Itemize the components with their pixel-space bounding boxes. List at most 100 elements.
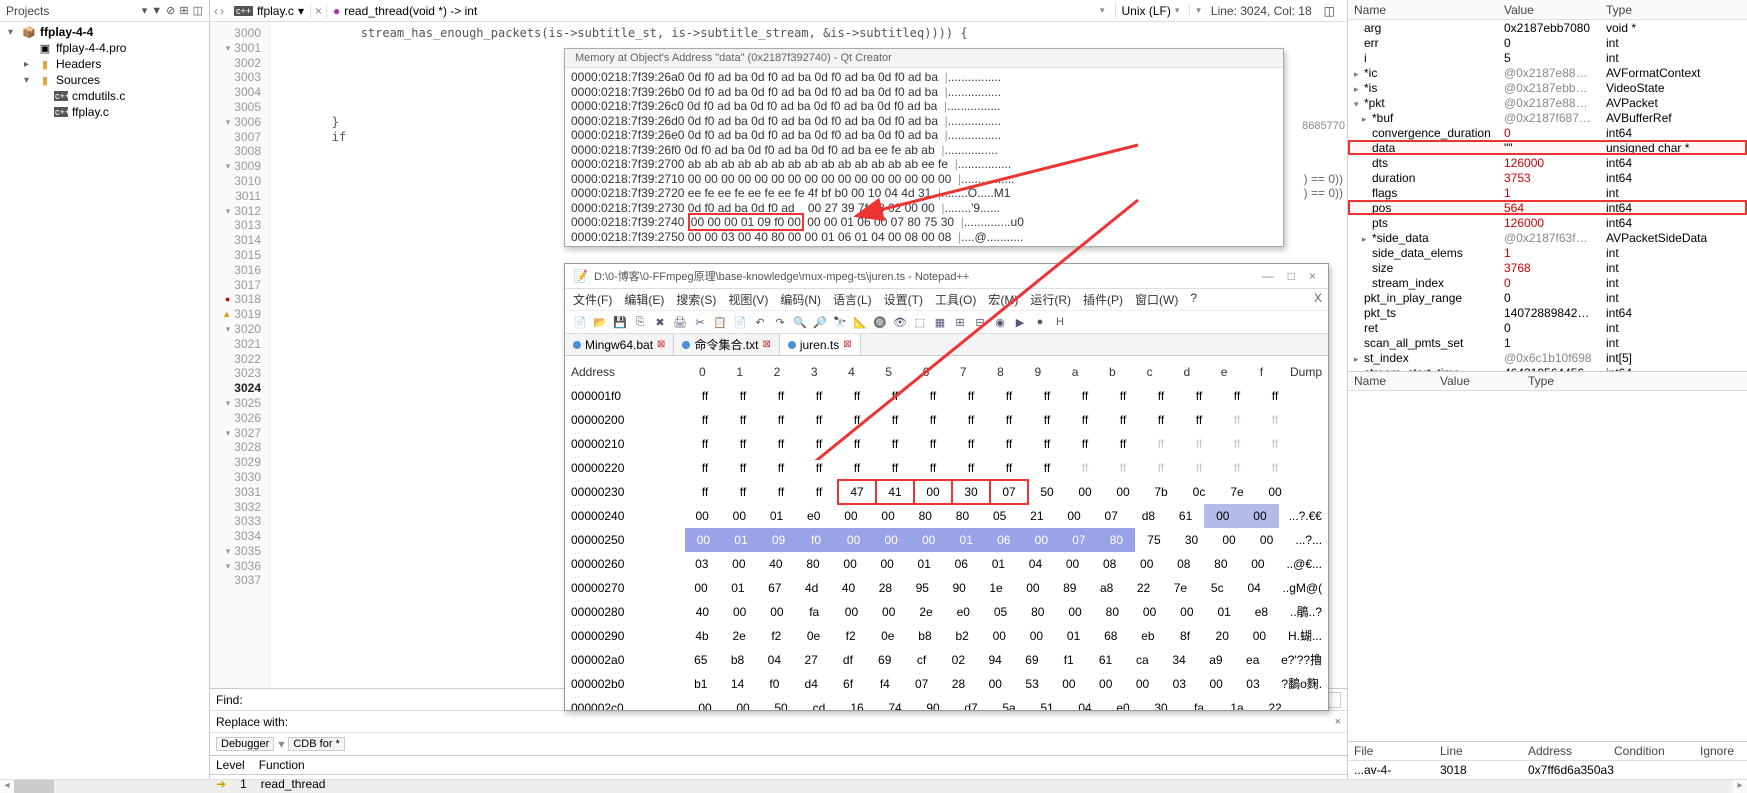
tree-item-cmdutils[interactable]: c++ cmdutils.c — [4, 88, 205, 104]
toolbar-icon[interactable]: 🔎 — [811, 313, 829, 331]
dropdown-icon[interactable]: ▾ — [1175, 5, 1180, 16]
npp-tab[interactable]: 命令集合.txt⊠ — [674, 334, 779, 355]
scroll-left-icon[interactable]: ◂ — [0, 780, 14, 793]
scroll-right-icon[interactable]: ▸ — [1733, 780, 1747, 793]
tree-item-pro[interactable]: ▣ ffplay-4-4.pro — [4, 40, 205, 56]
close-icon[interactable]: × — [1305, 269, 1320, 283]
npp-tab[interactable]: Mingw64.bat⊠ — [565, 334, 674, 355]
dropdown-icon[interactable]: ▾ — [1100, 5, 1105, 16]
npp-tabs[interactable]: Mingw64.bat⊠命令集合.txt⊠juren.ts⊠ — [565, 334, 1328, 356]
debugger-kit[interactable]: CDB for * — [288, 737, 344, 751]
menu-item[interactable]: ? — [1190, 291, 1197, 308]
vars-body[interactable]: arg0x2187ebb7080void *err0inti5int▸*ic@0… — [1348, 20, 1747, 371]
var-row[interactable]: i5int — [1348, 50, 1747, 65]
tree-item-headers[interactable]: ▸ ▮ Headers — [4, 56, 205, 72]
col-value-header[interactable]: Value — [1498, 2, 1600, 18]
var-row[interactable]: convergence_duration0int64 — [1348, 125, 1747, 140]
tree-item-sources[interactable]: ▾ ▮ Sources — [4, 72, 205, 88]
add-icon[interactable]: ⊞ — [179, 4, 188, 17]
menu-item[interactable]: 宏(M) — [988, 291, 1018, 308]
menu-item[interactable]: 插件(P) — [1083, 291, 1123, 308]
toolbar-icon[interactable]: ● — [1031, 313, 1049, 331]
var-row[interactable]: ▸st_index@0x6c1b10f698int[5] — [1348, 350, 1747, 365]
bp-file-header[interactable]: File — [1348, 742, 1434, 760]
toolbar-icon[interactable]: ▦ — [931, 313, 949, 331]
toolbar-icon[interactable]: H — [1051, 313, 1069, 331]
dropdown-icon[interactable]: ▾ — [298, 4, 304, 18]
col-type-header[interactable]: Type — [1522, 373, 1747, 389]
var-row[interactable]: err0int — [1348, 35, 1747, 50]
toolbar-icon[interactable]: 🔭 — [831, 313, 849, 331]
minimize-icon[interactable]: — — [1258, 269, 1278, 283]
var-row[interactable]: side_data_elems1int — [1348, 245, 1747, 260]
toolbar-icon[interactable]: 🖨 — [671, 313, 689, 331]
maximize-icon[interactable]: □ — [1284, 269, 1299, 283]
menu-item[interactable]: 窗口(W) — [1135, 291, 1178, 308]
col-value-header[interactable]: Value — [1434, 373, 1522, 389]
toolbar-icon[interactable]: 📄 — [731, 313, 749, 331]
close-icon[interactable]: × — [1335, 716, 1341, 728]
nav-fwd-icon[interactable]: › — [220, 4, 224, 18]
toolbar-icon[interactable]: ⬚ — [911, 313, 929, 331]
toolbar-icon[interactable]: ⊟ — [971, 313, 989, 331]
toolbar-icon[interactable]: 📂 — [591, 313, 609, 331]
filter-icon[interactable]: ▾ — [142, 4, 148, 17]
var-row[interactable]: pkt_in_play_range0int — [1348, 290, 1747, 305]
menu-item[interactable]: 运行(R) — [1030, 291, 1071, 308]
split-editor-icon[interactable]: ◫ — [1324, 4, 1335, 18]
var-row[interactable]: flags1int — [1348, 185, 1747, 200]
var-row[interactable]: ▾*pkt@0x2187e886440AVPacket — [1348, 95, 1747, 110]
dropdown-icon[interactable]: ▾ — [278, 737, 284, 751]
var-row[interactable]: stream_index0int — [1348, 275, 1747, 290]
menu-item[interactable]: 搜索(S) — [676, 291, 716, 308]
toolbar-icon[interactable]: 📐 — [851, 313, 869, 331]
menu-item[interactable]: 编码(N) — [780, 291, 821, 308]
bp-line-header[interactable]: Line — [1434, 742, 1522, 760]
var-row[interactable]: arg0x2187ebb7080void * — [1348, 20, 1747, 35]
menu-item[interactable]: 文件(F) — [573, 291, 612, 308]
dropdown-icon[interactable]: ▾ — [1196, 5, 1201, 16]
var-row[interactable]: data""unsigned char * — [1348, 140, 1747, 155]
tree-root[interactable]: ▾ 📦 ffplay-4-4 — [4, 24, 205, 40]
toolbar-icon[interactable]: 👁 — [891, 313, 909, 331]
npp-menubar[interactable]: X 文件(F)编辑(E)搜索(S)视图(V)编码(N)语言(L)设置(T)工具(… — [565, 289, 1328, 311]
var-row[interactable]: ▸*is@0x2187ebb7080VideoState — [1348, 80, 1747, 95]
toolbar-icon[interactable]: ⎘ — [631, 313, 649, 331]
var-row[interactable]: pos564int64 — [1348, 200, 1747, 215]
close-tab-icon[interactable]: × — [315, 4, 322, 18]
col-name-header[interactable]: Name — [1348, 373, 1434, 389]
menu-item[interactable]: 视图(V) — [728, 291, 768, 308]
menu-close-icon[interactable]: X — [1314, 291, 1322, 305]
npp-titlebar[interactable]: 📝 D:\0-博客\0-FFmpeg原理\base-knowledge\mux-… — [565, 264, 1328, 289]
symbol-combo[interactable]: ● read_thread(void *) -> int ▾ — [326, 4, 1111, 18]
npp-hex-view[interactable]: Address0123456789abcdefDump000001f0fffff… — [565, 356, 1328, 710]
toolbar-icon[interactable]: 💾 — [611, 313, 629, 331]
menu-item[interactable]: 工具(O) — [935, 291, 976, 308]
var-row[interactable]: ▸*buf@0x2187f687600AVBufferRef — [1348, 110, 1747, 125]
expressions-body[interactable] — [1348, 391, 1747, 742]
col-type-header[interactable]: Type — [1600, 2, 1747, 18]
npp-tab[interactable]: juren.ts⊠ — [780, 334, 861, 355]
toolbar-icon[interactable]: 📄 — [571, 313, 589, 331]
npp-toolbar[interactable]: 📄📂💾⎘✖🖨✂📋📄↶↷🔍🔎🔭📐🔘👁⬚▦⊞⊟◉▶●H — [565, 311, 1328, 334]
menu-item[interactable]: 语言(L) — [833, 291, 872, 308]
memory-body[interactable]: 0000:0218:7f39:26a0 0d f0 ad ba 0d f0 ad… — [565, 68, 1283, 246]
nav-back-icon[interactable]: ‹ — [214, 4, 218, 18]
var-row[interactable]: ret0int — [1348, 320, 1747, 335]
var-row[interactable]: ▸*side_data@0x2187f63f340AVPacketSideDat… — [1348, 230, 1747, 245]
var-row[interactable]: scan_all_pmts_set1int — [1348, 335, 1747, 350]
stack-row[interactable]: ➔ 1 read_thread — [210, 774, 1347, 793]
var-row[interactable]: size3768int — [1348, 260, 1747, 275]
var-row[interactable]: duration3753int64 — [1348, 170, 1747, 185]
toolbar-icon[interactable]: ◉ — [991, 313, 1009, 331]
split-icon[interactable]: ◫ — [193, 4, 203, 17]
var-row[interactable]: ▸*ic@0x2187e886500AVFormatContext — [1348, 65, 1747, 80]
toolbar-icon[interactable]: 🔘 — [871, 313, 889, 331]
col-name-header[interactable]: Name — [1348, 2, 1498, 18]
toolbar-icon[interactable]: ✖ — [651, 313, 669, 331]
var-row[interactable]: pkt_ts140728898420765int64 — [1348, 305, 1747, 320]
bp-cond-header[interactable]: Condition — [1608, 742, 1694, 760]
tree-item-ffplay[interactable]: c++ ffplay.c — [4, 104, 205, 120]
menu-item[interactable]: 编辑(E) — [624, 291, 664, 308]
toolbar-icon[interactable]: ↶ — [751, 313, 769, 331]
